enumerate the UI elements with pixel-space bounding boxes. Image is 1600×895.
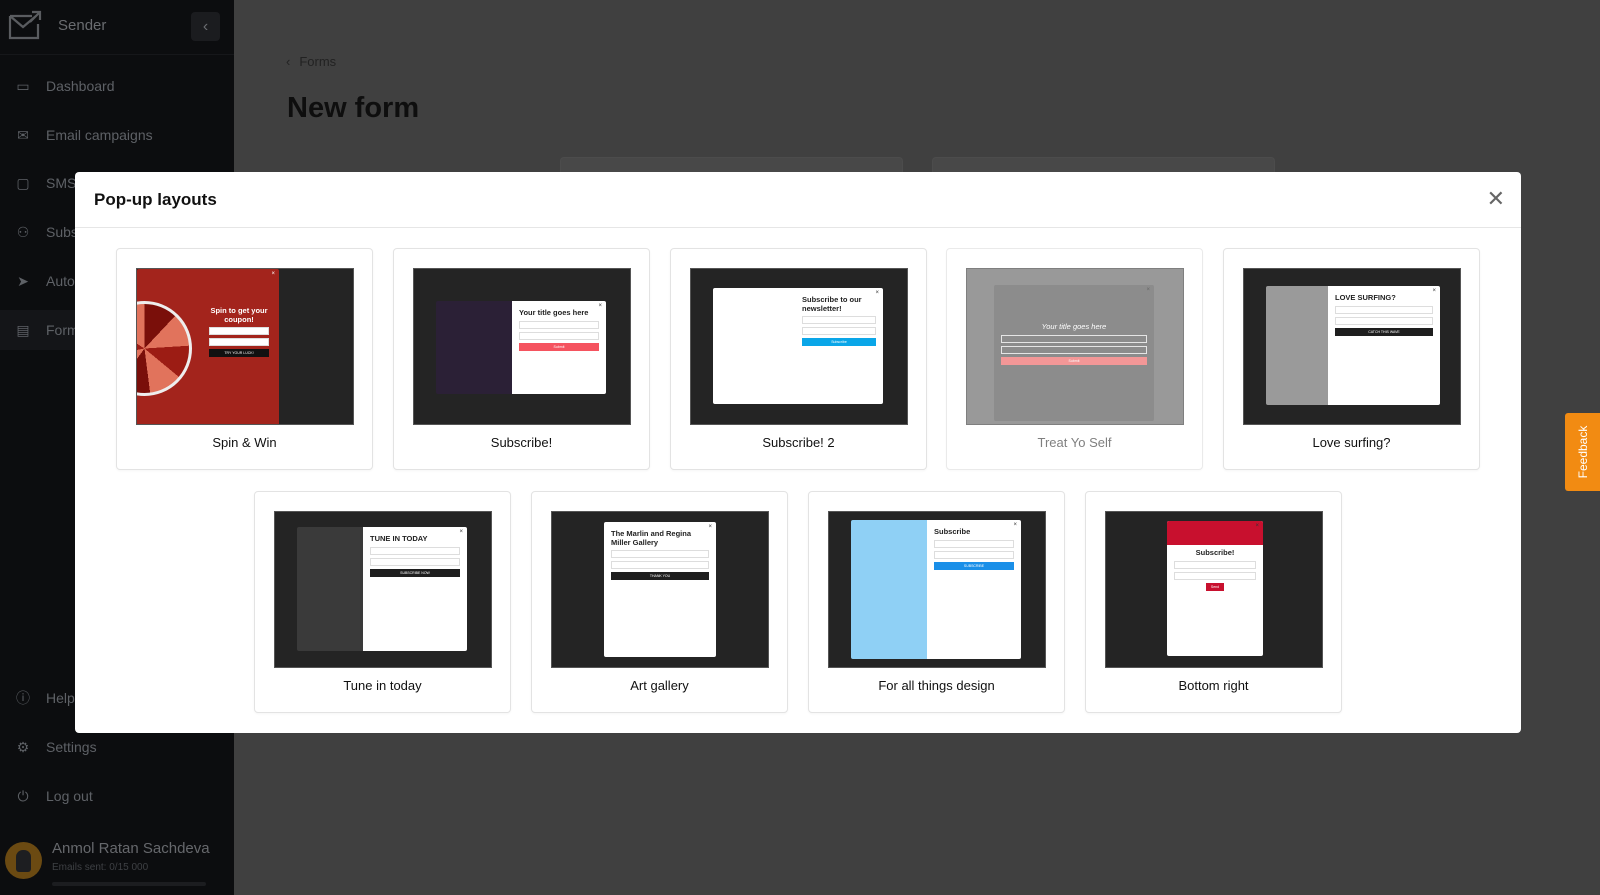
sidebar-item-label: Email campaigns — [46, 127, 153, 143]
sidebar-item-settings[interactable]: ⚙ Settings — [0, 727, 234, 767]
popup-button: SUBSCRIBE — [934, 561, 1014, 570]
logo[interactable]: Sender — [8, 10, 106, 40]
user-name: Anmol Ratan Sachdeva — [52, 840, 210, 857]
power-icon: ⏻ — [17, 788, 29, 804]
feedback-button[interactable]: Feedback — [1565, 413, 1600, 491]
usage-progress-bar — [52, 882, 206, 886]
layout-card-treat-yo-self[interactable]: × Your title goes here Submit Treat Yo S… — [946, 248, 1203, 470]
sidebar-item-label: Log out — [46, 788, 93, 804]
popup-layouts-modal: Pop-up layouts ✕ × Spin to get your coup… — [75, 172, 1521, 733]
layout-card-for-all-things-design[interactable]: × Subscribe SUBSCRIBE For all things des… — [808, 491, 1065, 713]
feedback-label: Feedback — [1575, 425, 1590, 479]
breadcrumb[interactable]: ‹ Forms — [286, 54, 336, 69]
chat-icon: ▢ — [16, 175, 30, 191]
sender-logo-icon — [8, 10, 42, 40]
layout-card-bottom-right[interactable]: × Subscribe! Send Bottom right — [1085, 491, 1342, 713]
sidebar-item-label: Settings — [46, 739, 97, 755]
popup-title: The Marlin and Regina Miller Gallery — [611, 529, 692, 547]
layout-thumbnail: × Spin to get your coupon! TRY YOUR LUCK… — [136, 268, 354, 425]
layout-label: Subscribe! — [490, 435, 553, 450]
avatar — [5, 842, 42, 879]
chevron-left-icon: ‹ — [202, 18, 209, 35]
modal-header: Pop-up layouts ✕ — [75, 172, 1521, 228]
sidebar-item-dashboard[interactable]: ▭ Dashboard — [0, 66, 234, 106]
envelope-icon: ✉ — [17, 127, 29, 143]
popup-button: THANK YOU — [611, 572, 709, 581]
layout-thumbnail: × Subscribe SUBSCRIBE — [828, 511, 1046, 668]
popup-image — [297, 527, 363, 651]
layout-card-tune-in-today[interactable]: × TUNE IN TODAY SUBSCRIBE NOW Tune in to… — [254, 491, 511, 713]
popup-title: Subscribe! — [1195, 548, 1235, 557]
layout-thumbnail: × TUNE IN TODAY SUBSCRIBE NOW — [274, 511, 492, 668]
layout-label: Spin & Win — [212, 435, 277, 450]
popup-title: Subscribe — [934, 527, 971, 536]
page-title: New form — [287, 92, 420, 124]
layout-label: Tune in today — [343, 678, 422, 693]
popup-title: TUNE IN TODAY — [370, 534, 428, 543]
layout-thumbnail: × Your title goes here Submit — [413, 268, 631, 425]
popup-image — [713, 288, 795, 404]
layout-thumbnail: × Subscribe! Send — [1105, 511, 1323, 668]
users-icon: ⚇ — [16, 224, 30, 240]
layout-thumbnail: × LOVE SURFING? CATCH THIS WAVE — [1243, 268, 1461, 425]
emails-sent: Emails sent: 0/15 000 — [52, 862, 149, 873]
layout-card-subscribe-2[interactable]: × Subscribe to our newsletter! Subscribe… — [670, 248, 927, 470]
sidebar-item-label: Dashboard — [46, 78, 115, 94]
layout-label: Subscribe! 2 — [762, 435, 835, 450]
layout-card-spin-win[interactable]: × Spin to get your coupon! TRY YOUR LUCK… — [116, 248, 373, 470]
popup-image — [436, 301, 512, 394]
layout-label: Treat Yo Self — [1037, 435, 1112, 450]
popup-button: Send — [1206, 582, 1224, 591]
chevron-left-icon: ‹ — [286, 54, 291, 69]
app-name: Sender — [58, 16, 107, 34]
layout-card-love-surfing[interactable]: × LOVE SURFING? CATCH THIS WAVE Love sur… — [1223, 248, 1480, 470]
modal-title: Pop-up layouts — [94, 190, 217, 209]
layout-card-subscribe[interactable]: × Your title goes here Submit Subscribe! — [393, 248, 650, 470]
popup-image — [851, 520, 927, 659]
popup-title: Your title goes here — [519, 308, 589, 317]
forms-icon: ▤ — [16, 322, 30, 338]
layout-thumbnail: × The Marlin and Regina Miller Gallery T… — [551, 511, 769, 668]
popup-button: CATCH THIS WAVE — [1335, 327, 1433, 336]
sidebar-item-label: Help — [46, 690, 75, 706]
popup-title: Spin to get your coupon! — [210, 306, 268, 324]
popup-button: TRY YOUR LUCK! — [209, 349, 269, 358]
layout-card-art-gallery[interactable]: × The Marlin and Regina Miller Gallery T… — [531, 491, 788, 713]
collapse-sidebar-button[interactable]: ‹ — [191, 12, 220, 41]
layout-label: Art gallery — [630, 678, 689, 693]
layout-label: Love surfing? — [1312, 435, 1391, 450]
popup-button: Subscribe — [802, 338, 876, 347]
popup-button: Submit — [1001, 356, 1147, 365]
gear-icon: ⚙ — [16, 739, 30, 755]
divider — [0, 54, 234, 55]
sidebar-item-label: SMS — [46, 175, 77, 191]
info-icon: ⓘ — [16, 690, 30, 706]
layout-label: For all things design — [878, 678, 995, 693]
layout-thumbnail: × Subscribe to our newsletter! Subscribe — [690, 268, 908, 425]
sidebar-item-log-out[interactable]: ⏻ Log out — [0, 776, 234, 816]
popup-button: SUBSCRIBE NOW — [370, 568, 460, 577]
breadcrumb-forms: Forms — [299, 54, 337, 69]
popup-title: Subscribe to our newsletter! — [802, 295, 862, 313]
popup-image — [1266, 286, 1328, 405]
close-icon[interactable]: ✕ — [1487, 186, 1505, 212]
popup-button: Submit — [519, 342, 599, 351]
popup-title: LOVE SURFING? — [1335, 293, 1396, 302]
send-icon: ➤ — [17, 273, 29, 289]
dashboard-icon: ▭ — [16, 78, 30, 94]
layout-label: Bottom right — [1178, 678, 1249, 693]
layout-thumbnail: × Your title goes here Submit — [966, 268, 1184, 425]
sidebar-item-email-campaigns[interactable]: ✉ Email campaigns — [0, 115, 234, 155]
popup-title: Your title goes here — [1041, 322, 1107, 331]
